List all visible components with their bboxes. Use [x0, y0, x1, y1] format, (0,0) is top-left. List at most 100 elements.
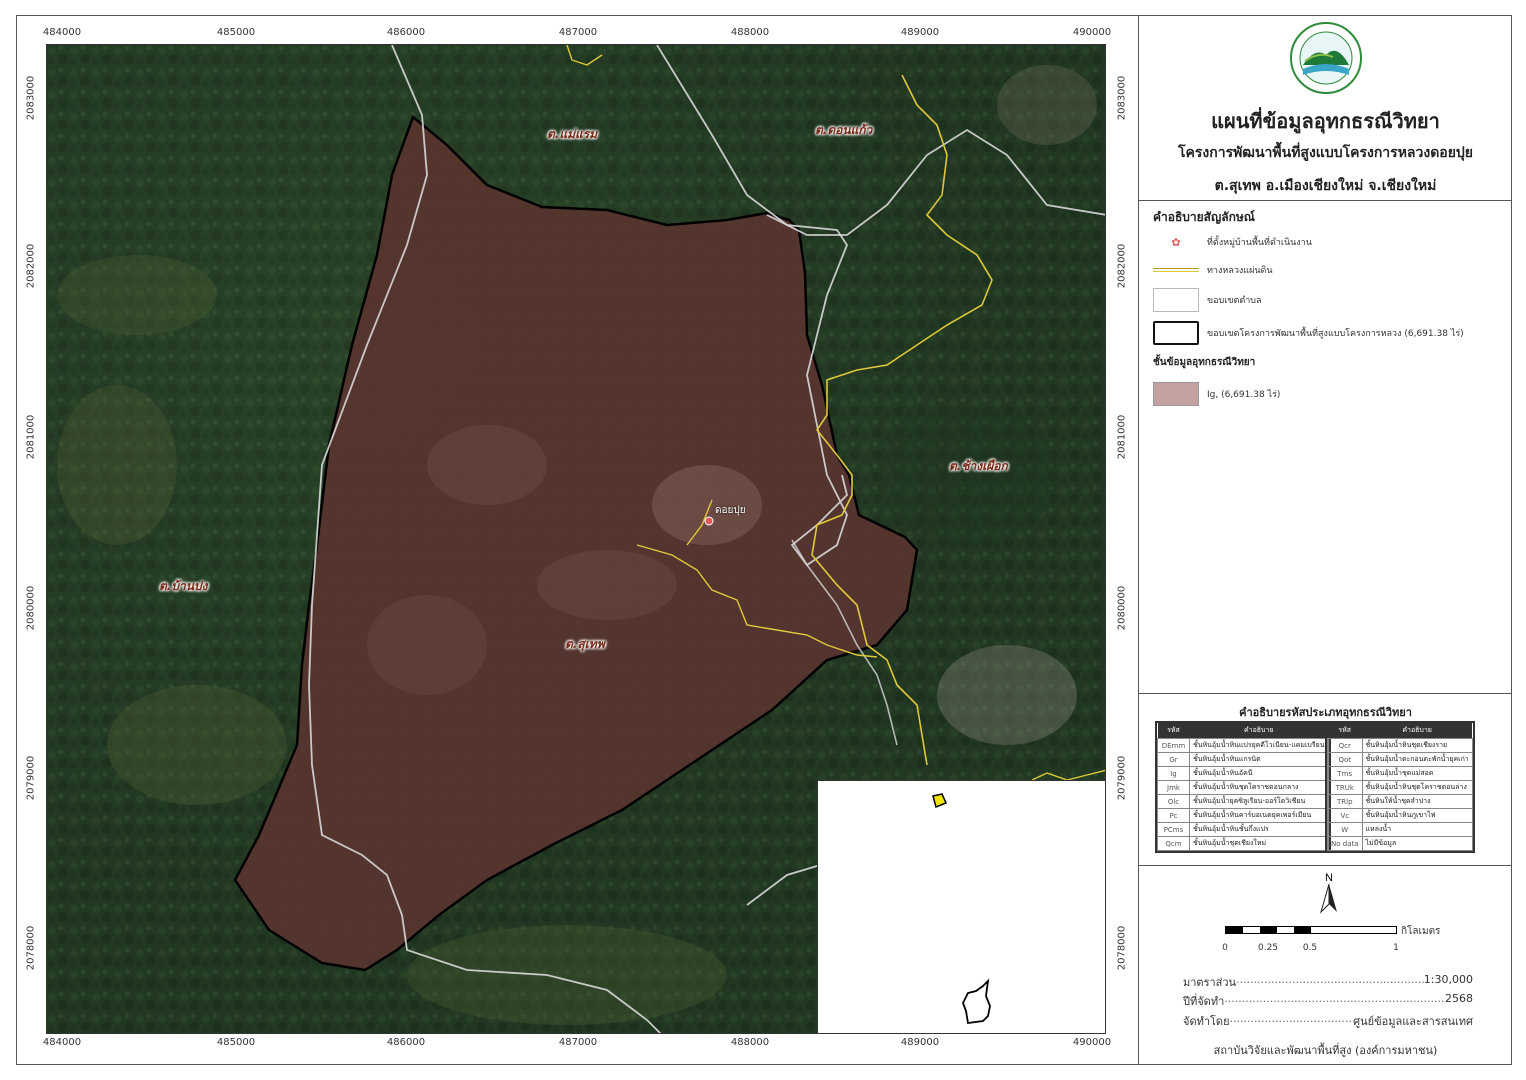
x-tick-label: 485000	[216, 1037, 256, 1048]
code-cell: PCms	[1157, 822, 1190, 837]
village-point-icon: ✿	[1171, 235, 1181, 249]
table-row: Qcr ชั้นหินอุ้มน้ำหินชุดเชียงราย	[1327, 738, 1473, 753]
subdistrict-box-icon	[1153, 288, 1199, 312]
divider	[1139, 200, 1512, 201]
code-cell: Qcm	[1157, 836, 1190, 851]
scale-bar	[1225, 926, 1397, 934]
x-tick-label: 488000	[730, 1037, 770, 1048]
code-cell: No data	[1327, 836, 1363, 851]
y-tick-label: 2078000	[25, 925, 37, 971]
map-title: แผนที่ข้อมูลอุทกธรณีวิทยา	[1211, 109, 1440, 133]
main-map[interactable]: ต.แม่แรม ต.ดอนแก้ว ต.ช้างเผือก ต.บ้านปง …	[46, 44, 1106, 1034]
project-name: โครงการพัฒนาพื้นที่สูงแบบโครงการหลวงดอยป…	[1177, 145, 1473, 161]
label-don-kaeo: ต.ดอนแก้ว	[815, 123, 873, 137]
label-mae-raem: ต.แม่แรม	[547, 127, 598, 141]
scale-label-05: 0.5	[1302, 943, 1318, 953]
y-tick-label: 2079000	[1116, 755, 1128, 801]
x-tick-label: 487000	[558, 27, 598, 38]
code-cell: Jmk	[1157, 780, 1190, 795]
footer-institute: สถาบันวิจัยและพัฒนาพื้นที่สูง (องค์การมห…	[1213, 1044, 1438, 1057]
desc-cell: ชั้นหินอุ้มน้ำชุดแม่สอด	[1361, 766, 1473, 781]
y-tick-label: 2079000	[25, 755, 37, 801]
code-cell: Tms	[1327, 766, 1363, 781]
info-year-label: ปีที่จัดทำ	[1183, 995, 1225, 1008]
desc-cell: ชั้นหินอุ้มน้ำหินภูเขาไฟ	[1361, 808, 1473, 823]
table-row: Tms ชั้นหินอุ้มน้ำชุดแม่สอด	[1327, 766, 1473, 781]
code-cell: W	[1327, 822, 1363, 837]
scale-label-0: 0	[1222, 943, 1228, 953]
institute-logo	[1289, 21, 1363, 95]
desc-cell: ชั้นหินอุ้มน้ำหินชุดโคราชตอนล่าง	[1361, 780, 1473, 795]
desc-cell: ชั้นหินให้น้ำชุดลำปาง	[1361, 794, 1473, 809]
code-cell: Pc	[1157, 808, 1190, 823]
table-row: PCms ชั้นหินอุ้มน้ำหินชั้นกึ่งแปร	[1157, 822, 1329, 837]
y-tick-label: 2082000	[1116, 243, 1128, 289]
desc-cell: แหล่งน้ำ	[1361, 822, 1473, 837]
location-name: ต.สุเทพ อ.เมืองเชียงใหม่ จ.เชียงใหม่	[1214, 178, 1437, 194]
layer-title: ชั้นข้อมูลอุทกธรณีวิทยา	[1153, 357, 1256, 368]
north-arrow-icon: N	[1317, 870, 1341, 916]
x-tick-label: 490000	[1072, 27, 1112, 38]
north-letter: N	[1325, 872, 1333, 884]
y-tick-label: 2083000	[1116, 75, 1128, 121]
ig-swatch-icon	[1153, 382, 1199, 406]
col-desc: คำอธิบาย	[1362, 723, 1473, 739]
table-row: DEmm ชั้นหินอุ้มน้ำหินแปรยุคดีโวเนียน-แคม…	[1157, 738, 1329, 753]
legend-ig: Ig, (6,691.38 ไร่)	[1153, 382, 1280, 406]
x-tick-label: 485000	[216, 27, 256, 38]
y-tick-label: 2080000	[25, 585, 37, 631]
legend-highway-label: ทางหลวงแผ่นดิน	[1207, 266, 1273, 276]
inset-district-outline	[962, 978, 991, 1025]
y-tick-label: 2083000	[25, 75, 37, 121]
scale-label-025: 0.25	[1257, 943, 1279, 953]
desc-cell: ชั้นหินอุ้มน้ำตะกอนตะพักน้ำยุคเก่า	[1361, 752, 1473, 767]
legend-subdistrict: ขอบเขตตำบล	[1153, 288, 1261, 312]
label-suthep: ต.สุเทพ	[565, 637, 605, 651]
table-row: Qcm ชั้นหินอุ้มน้ำชุดเชียงใหม่	[1157, 836, 1329, 851]
y-tick-label: 2081000	[25, 414, 37, 460]
code-cell: TRlp	[1327, 794, 1363, 809]
code-cell: Ig	[1157, 766, 1190, 781]
desc-cell: ชั้นหินอุ้มน้ำหินชุดโคราชตอนกลาง	[1189, 780, 1329, 795]
info-scale-value: 1:30,000	[1423, 973, 1473, 986]
x-tick-label: 486000	[386, 27, 426, 38]
x-tick-label: 486000	[386, 1037, 426, 1048]
inset-project-area	[932, 793, 948, 809]
code-cell: TRUk	[1327, 780, 1363, 795]
x-tick-label: 487000	[558, 1037, 598, 1048]
table-row: Gr ชั้นหินอุ้มน้ำหินแกรนิต	[1157, 752, 1329, 767]
table-row: No data ไม่มีข้อมูล	[1327, 836, 1473, 851]
info-by-label: จัดทำโดย	[1183, 1015, 1230, 1028]
label-chang-phueak: ต.ช้างเผือก	[949, 459, 1008, 473]
village-point	[704, 516, 714, 526]
legend-title: คำอธิบายสัญลักษณ์	[1153, 210, 1255, 224]
desc-cell: ชั้นหินอุ้มน้ำยุคซิลูเรียน-ออร์โดวิเชียน	[1189, 794, 1329, 809]
label-village: ดอยปุย	[715, 505, 746, 516]
side-panel: แผนที่ข้อมูลอุทกธรณีวิทยา โครงการพัฒนาพื…	[1138, 15, 1512, 1065]
legend-highway: ทางหลวงแผ่นดิน	[1153, 263, 1273, 277]
desc-cell: ชั้นหินอุ้มน้ำหินแกรนิต	[1189, 752, 1329, 767]
code-table-title: คำอธิบายรหัสประเภทอุทกธรณีวิทยา	[1239, 706, 1412, 719]
x-tick-label: 484000	[42, 27, 82, 38]
desc-cell: ชั้นหินอุ้มน้ำหินชั้นกึ่งแปร	[1189, 822, 1329, 837]
info-scale-label: มาตราส่วน	[1183, 976, 1237, 989]
table-row: TRUk ชั้นหินอุ้มน้ำหินชุดโคราชตอนล่าง	[1327, 780, 1473, 795]
info-year-value: 2568	[1445, 992, 1473, 1005]
table-row: Olc ชั้นหินอุ้มน้ำยุคซิลูเรียน-ออร์โดวิเช…	[1157, 794, 1329, 809]
y-tick-label: 2080000	[1116, 585, 1128, 631]
scale-unit: กิโลเมตร	[1401, 926, 1441, 937]
inset-map	[817, 780, 1105, 1033]
y-tick-label: 2078000	[1116, 925, 1128, 971]
code-table-left: รหัส คำอธิบาย DEmm ชั้นหินอุ้มน้ำหินแปรยุ…	[1155, 721, 1331, 853]
table-row: Vc ชั้นหินอุ้มน้ำหินภูเขาไฟ	[1327, 808, 1473, 823]
x-tick-label: 489000	[900, 27, 940, 38]
legend-village: ✿ ที่ตั้งหมู่บ้านพื้นที่ดำเนินงาน	[1153, 235, 1311, 249]
legend-ig-label: Ig, (6,691.38 ไร่)	[1207, 390, 1281, 400]
label-ban-pong: ต.บ้านปง	[159, 579, 208, 593]
legend-project-label: ขอบเขตโครงการพัฒนาพื้นที่สูงแบบโครงการหล…	[1207, 329, 1464, 339]
code-table-right: รหัส คำอธิบาย Qcr ชั้นหินอุ้มน้ำหินชุดเชี…	[1325, 721, 1475, 853]
desc-cell: ชั้นหินอุ้มน้ำชุดเชียงใหม่	[1189, 836, 1329, 851]
info-year: ปีที่จัดทำ .............................…	[1183, 992, 1473, 1008]
divider	[1139, 693, 1512, 694]
x-tick-label: 490000	[1072, 1037, 1112, 1048]
